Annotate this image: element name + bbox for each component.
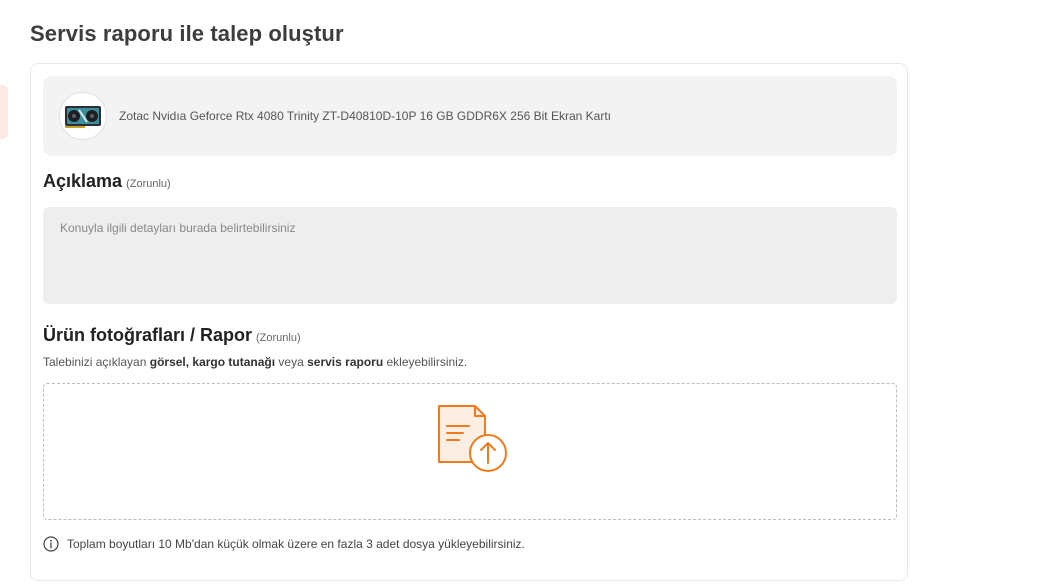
- helper-suffix: ekleyebilirsiniz.: [383, 355, 468, 369]
- upload-limit-info: Toplam boyutları 10 Mb'dan küçük olmak ü…: [43, 536, 525, 552]
- file-upload-icon: [438, 405, 507, 472]
- helper-mid: veya: [275, 355, 308, 369]
- description-label-text: Açıklama: [43, 171, 123, 191]
- description-required-hint: (Zorunlu): [126, 178, 171, 190]
- helper-bold-report: servis raporu: [307, 355, 384, 369]
- product-image: [59, 92, 107, 140]
- file-upload-dropzone[interactable]: [43, 383, 897, 520]
- photos-label: Ürün fotoğrafları / Rapor (Zorunlu): [43, 325, 301, 346]
- upload-limit-text: Toplam boyutları 10 Mb'dan küçük olmak ü…: [67, 537, 525, 551]
- info-icon: [43, 536, 59, 552]
- photos-label-text: Ürün fotoğrafları / Rapor: [43, 325, 253, 345]
- graphics-card-icon: [65, 106, 101, 128]
- request-form-card: Zotac Nvidıa Geforce Rtx 4080 Trinity ZT…: [30, 63, 908, 581]
- helper-bold-media: görsel, kargo tutanağı: [149, 355, 276, 369]
- helper-prefix: Talebinizi açıklayan: [43, 355, 150, 369]
- description-textarea[interactable]: [43, 207, 897, 304]
- product-summary: Zotac Nvidıa Geforce Rtx 4080 Trinity ZT…: [43, 76, 897, 156]
- side-tab-indicator: [0, 85, 8, 139]
- page-title: Servis raporu ile talep oluştur: [30, 21, 344, 46]
- photos-helper-text: Talebinizi açıklayan görsel, kargo tutan…: [43, 355, 467, 369]
- photos-required-hint: (Zorunlu): [256, 332, 301, 344]
- product-name: Zotac Nvidıa Geforce Rtx 4080 Trinity ZT…: [119, 109, 611, 123]
- description-label: Açıklama (Zorunlu): [43, 171, 171, 192]
